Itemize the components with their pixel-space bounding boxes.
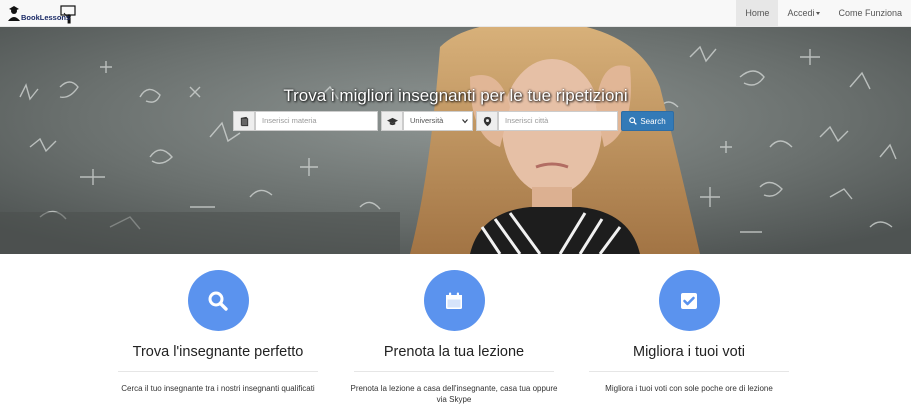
level-addon bbox=[381, 111, 403, 131]
feature-icon-circle bbox=[187, 270, 249, 331]
hero-banner: Trova i migliori insegnanti per le tue r… bbox=[0, 27, 911, 254]
feature-icon-circle bbox=[658, 270, 720, 331]
map-marker-icon bbox=[483, 116, 491, 126]
feature-title: Prenota la tua lezione bbox=[383, 344, 525, 360]
hero-title: Trova i migliori insegnanti per le tue r… bbox=[283, 86, 628, 105]
search-button[interactable]: Search bbox=[621, 111, 674, 131]
feature-icon-circle bbox=[423, 270, 485, 331]
subject-addon bbox=[233, 111, 255, 131]
brand-name: BookLessons bbox=[21, 13, 71, 22]
checkbox-icon bbox=[681, 292, 697, 309]
graduation-cap-icon bbox=[386, 117, 398, 125]
feature-title: Migliora i tuoi voti bbox=[632, 344, 745, 360]
feature-book-lesson: Prenota la tua lezione Prenota la lezion… bbox=[336, 270, 572, 405]
nav-accedi-label: Accedi bbox=[787, 8, 815, 18]
city-addon bbox=[476, 111, 498, 131]
chevron-down-icon bbox=[462, 119, 468, 124]
brand-logo[interactable]: BookLessons bbox=[6, 4, 76, 24]
hero-background-image bbox=[0, 27, 911, 254]
nav-come-funziona[interactable]: Come Funziona bbox=[829, 0, 911, 27]
subject-input-placeholder: Inserisci materia bbox=[262, 116, 317, 125]
search-icon bbox=[208, 291, 228, 311]
navbar: BookLessons Home Accedi Come Funziona bbox=[0, 0, 911, 27]
nav-come-funziona-label: Come Funziona bbox=[838, 8, 902, 18]
search-icon bbox=[629, 117, 638, 125]
feature-title: Trova l'insegnante perfetto bbox=[132, 344, 304, 360]
feature-text: Cerca il tuo insegnante tra i nostri ins… bbox=[121, 384, 315, 393]
caret-down-icon bbox=[816, 12, 821, 16]
city-input[interactable]: Inserisci città bbox=[498, 111, 618, 131]
city-input-placeholder: Inserisci città bbox=[505, 116, 549, 125]
feature-improve-grades: Migliora i tuoi voti Migliora i tuoi vot… bbox=[571, 270, 807, 394]
nav-home[interactable]: Home bbox=[736, 0, 779, 27]
level-select[interactable]: Università bbox=[403, 111, 473, 131]
search-button-label: Search bbox=[640, 116, 666, 126]
book-icon bbox=[240, 116, 248, 126]
feature-divider bbox=[118, 371, 318, 372]
feature-find-teacher: Trova l'insegnante perfetto Cerca il tuo… bbox=[100, 270, 336, 394]
feature-text: Prenota la lezione a casa dell'insegnant… bbox=[350, 384, 558, 404]
nav-home-label: Home bbox=[745, 8, 770, 18]
feature-divider bbox=[589, 371, 789, 372]
subject-input[interactable]: Inserisci materia bbox=[255, 111, 378, 131]
feature-divider bbox=[354, 371, 554, 372]
calendar-icon bbox=[446, 292, 462, 309]
feature-text: Migliora i tuoi voti con sole poche ore … bbox=[605, 384, 773, 393]
nav-accedi-dropdown[interactable]: Accedi bbox=[778, 0, 829, 27]
nav-menu: Home Accedi Come Funziona bbox=[736, 0, 911, 27]
